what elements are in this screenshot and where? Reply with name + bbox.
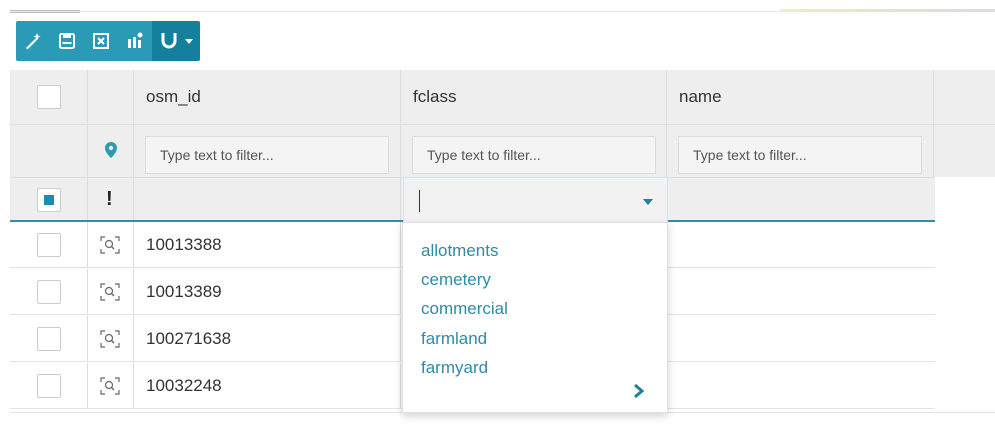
text-cursor bbox=[419, 190, 420, 212]
map-preview-strip bbox=[780, 9, 995, 12]
osm-id-cell: 100271638 bbox=[134, 316, 401, 361]
location-pin-icon[interactable] bbox=[105, 142, 117, 158]
fclass-combobox[interactable] bbox=[403, 177, 668, 223]
row-zoom-cell bbox=[88, 316, 134, 361]
row-select-cell bbox=[10, 222, 88, 267]
top-strip bbox=[0, 0, 995, 14]
row-checkbox[interactable] bbox=[37, 327, 61, 351]
row-zoom-cell bbox=[88, 222, 134, 267]
header-filler bbox=[934, 70, 995, 124]
row-zoom-cell bbox=[88, 269, 134, 314]
selected-indicator bbox=[44, 195, 54, 205]
filter-cell-name: Type text to filter... bbox=[667, 125, 934, 177]
row-select-cell bbox=[10, 316, 88, 361]
zoom-to-feature-icon[interactable] bbox=[99, 282, 121, 302]
filter-cell-fclass: Type text to filter... bbox=[401, 125, 667, 177]
map-icon bbox=[128, 32, 143, 48]
dropdown-option[interactable]: farmland bbox=[421, 329, 487, 349]
name-cell bbox=[667, 269, 934, 314]
osm-id-filter-input[interactable]: Type text to filter... bbox=[145, 136, 389, 174]
name-cell bbox=[667, 222, 934, 267]
osm-id-cell: 10013388 bbox=[134, 222, 401, 267]
zoom-to-selection-button[interactable] bbox=[118, 21, 152, 61]
edit-cell-name[interactable] bbox=[667, 178, 934, 220]
osm-id-value: 100271638 bbox=[146, 329, 232, 348]
dropdown-option[interactable]: commercial bbox=[421, 299, 508, 319]
filter-row: Type text to filter... Type text to filt… bbox=[10, 124, 995, 177]
save-icon bbox=[59, 33, 75, 49]
row-zoom-cell bbox=[88, 363, 134, 408]
name-cell bbox=[667, 316, 934, 361]
edit-select-cell bbox=[10, 178, 88, 220]
osm-id-value: 10013388 bbox=[146, 235, 222, 254]
osm-id-cell: 10032248 bbox=[134, 363, 401, 408]
dropdown-option[interactable]: allotments bbox=[421, 241, 498, 261]
cancel-button[interactable] bbox=[84, 21, 118, 61]
filter-filler bbox=[934, 125, 995, 177]
osm-id-cell: 10013389 bbox=[134, 269, 401, 314]
snapping-button[interactable] bbox=[152, 21, 200, 61]
magnet-icon bbox=[161, 33, 177, 49]
modified-marker: ! bbox=[106, 188, 113, 210]
filter-spacer bbox=[10, 125, 88, 177]
osm-id-value: 10032248 bbox=[146, 376, 222, 395]
chevron-down-icon[interactable] bbox=[643, 199, 653, 205]
column-header-osm-id[interactable]: osm_id bbox=[134, 70, 401, 124]
zoom-to-feature-icon[interactable] bbox=[99, 235, 121, 255]
row-select-cell bbox=[10, 363, 88, 408]
toolbar-button-group bbox=[16, 21, 152, 61]
column-header-fclass[interactable]: fclass bbox=[401, 70, 667, 124]
edit-geometry-icon bbox=[26, 33, 41, 50]
cancel-icon bbox=[93, 33, 109, 49]
filter-location-cell bbox=[88, 125, 134, 177]
table-header-row: osm_id fclass name bbox=[10, 70, 995, 124]
fclass-dropdown-menu: allotments cemetery commercial farmland … bbox=[402, 222, 668, 413]
edit-cell-osm-id[interactable] bbox=[134, 178, 401, 220]
chevron-down-icon[interactable] bbox=[185, 38, 193, 44]
row-checkbox[interactable] bbox=[37, 233, 61, 257]
name-cell bbox=[667, 363, 934, 408]
edit-status-cell: ! bbox=[88, 178, 134, 220]
dropdown-option[interactable]: cemetery bbox=[421, 270, 491, 290]
editing-toolbar bbox=[16, 21, 200, 61]
column-label: fclass bbox=[413, 87, 457, 106]
edit-geometry-button[interactable] bbox=[16, 21, 50, 61]
chevron-right-icon[interactable] bbox=[633, 383, 645, 399]
row-selected-checkbox[interactable] bbox=[37, 188, 61, 212]
dropdown-option[interactable]: farmyard bbox=[421, 358, 488, 378]
save-button[interactable] bbox=[50, 21, 84, 61]
row-select-cell bbox=[10, 269, 88, 314]
fclass-filter-input[interactable]: Type text to filter... bbox=[412, 136, 656, 174]
row-checkbox[interactable] bbox=[37, 374, 61, 398]
zoom-to-feature-icon[interactable] bbox=[99, 329, 121, 349]
row-checkbox[interactable] bbox=[37, 280, 61, 304]
column-header-name[interactable]: name bbox=[667, 70, 934, 124]
column-label: name bbox=[679, 87, 722, 106]
zoom-to-feature-icon[interactable] bbox=[99, 376, 121, 396]
status-header bbox=[88, 70, 134, 124]
select-all-checkbox[interactable] bbox=[37, 85, 61, 109]
filter-cell-osm-id: Type text to filter... bbox=[134, 125, 401, 177]
select-all-cell bbox=[10, 70, 88, 124]
osm-id-value: 10013389 bbox=[146, 282, 222, 301]
column-label: osm_id bbox=[146, 87, 201, 106]
name-filter-input[interactable]: Type text to filter... bbox=[678, 136, 922, 174]
